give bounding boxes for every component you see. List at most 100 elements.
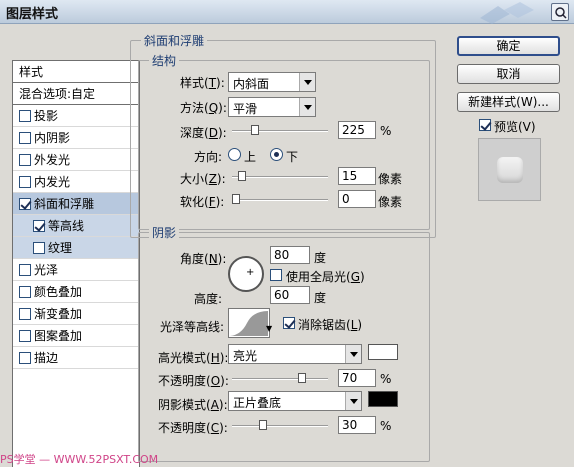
slider-thumb[interactable]	[238, 171, 246, 181]
style-item-label: 内阴影	[34, 131, 71, 145]
bevel-emboss-title: 斜面和浮雕	[141, 32, 208, 49]
style-item-label: 渐变叠加	[34, 307, 83, 321]
window-title: 图层样式	[6, 7, 59, 22]
gloss-contour-label: 光泽等高线:	[160, 320, 225, 334]
slider-track	[232, 425, 328, 427]
bevel-style-value: 内斜面	[233, 77, 270, 91]
direction-up-radio[interactable]	[228, 148, 241, 161]
slider-track	[232, 130, 328, 132]
blend-options-item[interactable]: 混合选项:自定	[13, 83, 139, 105]
style-item-outer-glow[interactable]: 外发光	[13, 149, 139, 171]
soften-slider[interactable]	[232, 194, 328, 204]
highlight-opacity-input[interactable]: 70	[338, 369, 376, 387]
highlight-mode-label: 高光模式(H):	[158, 351, 229, 365]
slider-thumb[interactable]	[251, 125, 259, 135]
style-item-label: 投影	[34, 109, 59, 123]
checkbox[interactable]	[19, 286, 31, 298]
shadow-opacity-slider[interactable]	[232, 420, 328, 430]
style-label: 样式(T):	[180, 76, 225, 90]
slider-track	[232, 176, 328, 178]
dialog-body: 样式 混合选项:自定 投影 内阴影 外发光 内发光 斜面和浮雕 等高线 纹理 光…	[0, 24, 574, 467]
technique-label: 方法(Q):	[180, 101, 227, 115]
technique-value: 平滑	[233, 102, 258, 116]
style-item-label: 描边	[34, 351, 59, 365]
depth-label: 深度(D):	[180, 126, 227, 140]
style-item-bevel-emboss[interactable]: 斜面和浮雕	[13, 193, 139, 215]
size-slider[interactable]	[232, 171, 328, 181]
cancel-button[interactable]: 取消	[457, 64, 560, 84]
checkbox[interactable]	[19, 198, 31, 210]
shadow-opacity-unit: %	[380, 419, 392, 433]
style-item-stroke[interactable]: 描边	[13, 347, 139, 369]
preview-label: 预览(V)	[494, 120, 536, 134]
highlight-opacity-slider[interactable]	[232, 373, 328, 383]
checkbox[interactable]	[19, 110, 31, 122]
chevron-down-icon[interactable]: ▼	[266, 324, 272, 333]
slider-thumb[interactable]	[259, 420, 267, 430]
direction-down-label: 下	[286, 150, 299, 164]
shadow-color-swatch[interactable]	[368, 391, 398, 407]
checkbox[interactable]	[19, 154, 31, 166]
style-item-drop-shadow[interactable]: 投影	[13, 105, 139, 127]
chevron-down-icon	[299, 98, 315, 116]
chevron-down-icon	[345, 392, 361, 410]
direction-down-radio[interactable]	[270, 148, 283, 161]
structure-title: 结构	[149, 52, 180, 69]
bevel-style-select[interactable]: 内斜面	[228, 72, 316, 92]
depth-slider[interactable]	[232, 125, 328, 135]
style-item-pattern-overlay[interactable]: 图案叠加	[13, 325, 139, 347]
size-input[interactable]: 15	[338, 167, 376, 185]
shadow-mode-select[interactable]: 正片叠底	[228, 391, 362, 411]
global-light-checkbox[interactable]	[270, 269, 282, 281]
highlight-opacity-label: 不透明度(O):	[158, 374, 229, 388]
watermark: PS学堂 — WWW.52PSXT.COM	[0, 453, 159, 466]
checkbox[interactable]	[19, 330, 31, 342]
style-item-label: 等高线	[48, 219, 85, 233]
slider-thumb[interactable]	[232, 194, 240, 204]
technique-select[interactable]: 平滑	[228, 97, 316, 117]
depth-input[interactable]: 225	[338, 121, 376, 139]
windows-logo-icon	[480, 2, 534, 24]
highlight-mode-value: 亮光	[233, 349, 258, 363]
gloss-contour-picker[interactable]	[228, 308, 270, 338]
angle-dial[interactable]: +	[228, 256, 264, 292]
angle-input[interactable]: 80	[270, 246, 310, 264]
checkbox[interactable]	[19, 264, 31, 276]
ok-button[interactable]: 确定	[457, 36, 560, 56]
style-item-inner-shadow[interactable]: 内阴影	[13, 127, 139, 149]
direction-up-label: 上	[244, 150, 257, 164]
checkbox[interactable]	[19, 308, 31, 320]
style-item-gradient-overlay[interactable]: 渐变叠加	[13, 303, 139, 325]
angle-label: 角度(N):	[180, 252, 227, 266]
window-close-button[interactable]	[551, 3, 569, 21]
style-item-satin[interactable]: 光泽	[13, 259, 139, 281]
style-item-label: 颜色叠加	[34, 285, 83, 299]
style-item-contour[interactable]: 等高线	[13, 215, 139, 237]
shadow-opacity-input[interactable]: 30	[338, 416, 376, 434]
highlight-mode-select[interactable]: 亮光	[228, 344, 362, 364]
checkbox[interactable]	[19, 176, 31, 188]
altitude-input[interactable]: 60	[270, 286, 310, 304]
title-bar: 图层样式	[0, 0, 574, 24]
preview-checkbox[interactable]	[479, 119, 491, 131]
style-item-label: 斜面和浮雕	[34, 197, 95, 211]
style-item-texture[interactable]: 纹理	[13, 237, 139, 259]
new-style-button[interactable]: 新建样式(W)...	[457, 92, 560, 112]
soften-label: 软化(F):	[180, 195, 225, 209]
checkbox[interactable]	[19, 352, 31, 364]
slider-track	[232, 378, 328, 380]
slider-thumb[interactable]	[298, 373, 306, 383]
antialias-checkbox[interactable]	[283, 317, 295, 329]
style-item-inner-glow[interactable]: 内发光	[13, 171, 139, 193]
style-list: 样式 混合选项:自定 投影 内阴影 外发光 内发光 斜面和浮雕 等高线 纹理 光…	[12, 60, 140, 467]
checkbox[interactable]	[33, 242, 45, 254]
shadow-mode-value: 正片叠底	[233, 396, 282, 410]
checkbox[interactable]	[19, 132, 31, 144]
size-unit: 像素	[378, 172, 403, 186]
checkbox[interactable]	[33, 220, 45, 232]
style-item-color-overlay[interactable]: 颜色叠加	[13, 281, 139, 303]
altitude-label: 高度:	[194, 292, 223, 306]
soften-input[interactable]: 0	[338, 190, 376, 208]
style-list-header[interactable]: 样式	[13, 61, 139, 83]
highlight-color-swatch[interactable]	[368, 344, 398, 360]
